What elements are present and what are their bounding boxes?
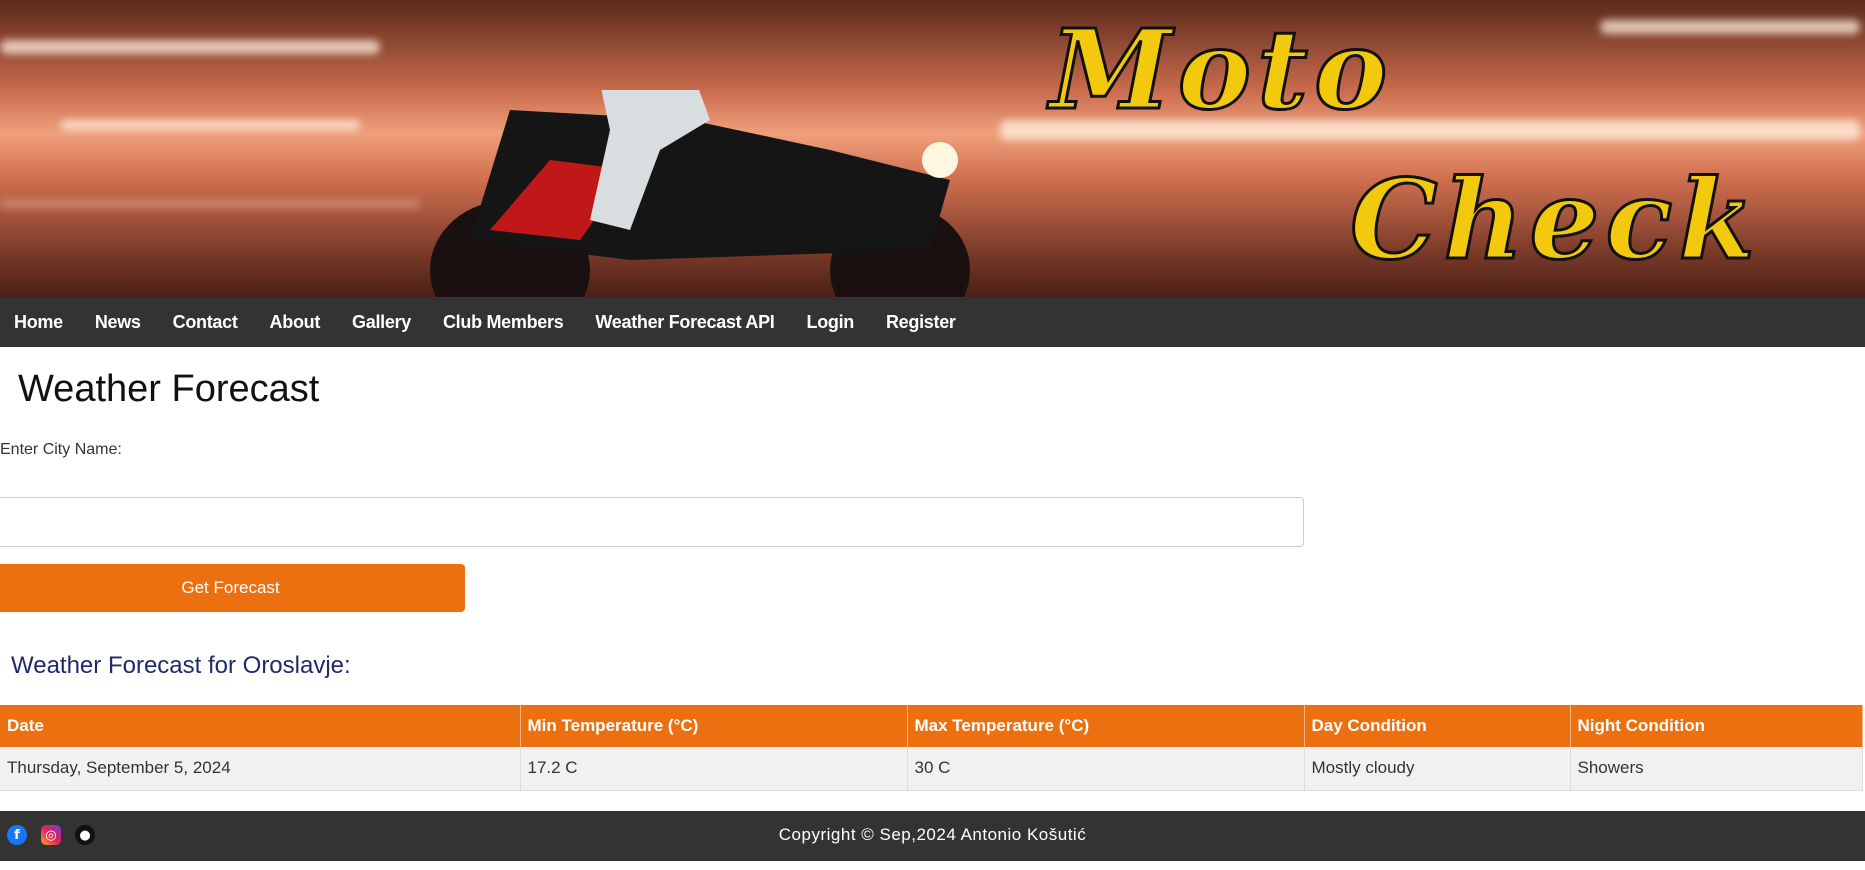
main-nav: Home News Contact About Gallery Club Mem… (0, 297, 1865, 347)
nav-weather-forecast-api[interactable]: Weather Forecast API (595, 312, 774, 333)
header-night-condition: Night Condition (1570, 705, 1863, 747)
cell-date: Thursday, September 5, 2024 (0, 747, 521, 791)
header-max-temp: Max Temperature (°C) (907, 705, 1305, 747)
table-row: Thursday, September 5, 2024 17.2 C 30 C … (0, 747, 1863, 791)
header-min-temp: Min Temperature (°C) (520, 705, 908, 747)
nav-about[interactable]: About (270, 312, 321, 333)
header-day-condition: Day Condition (1304, 705, 1571, 747)
nav-club-members[interactable]: Club Members (443, 312, 564, 333)
get-forecast-button[interactable]: Get Forecast (0, 564, 465, 612)
nav-login[interactable]: Login (807, 312, 855, 333)
motorcycle-image (430, 90, 970, 297)
nav-contact[interactable]: Contact (173, 312, 238, 333)
logo-moto: Moto (1048, 4, 1394, 136)
table-header-row: Date Min Temperature (°C) Max Temperatur… (0, 705, 1863, 747)
forecast-table: Date Min Temperature (°C) Max Temperatur… (0, 705, 1863, 791)
city-label: Enter City Name: (0, 441, 122, 458)
footer: f ◎ ● Copyright © Sep,2024 Antonio Košut… (0, 811, 1865, 861)
nav-news[interactable]: News (95, 312, 141, 333)
logo-check: Check (1349, 154, 1761, 286)
copyright-text: Copyright © Sep,2024 Antonio Košutić (778, 825, 1087, 844)
result-heading: Weather Forecast for Oroslavje: (11, 652, 351, 679)
cell-min-temp: 17.2 C (520, 747, 908, 791)
nav-register[interactable]: Register (886, 312, 956, 333)
header-date: Date (0, 705, 521, 747)
page-title: Weather Forecast (18, 368, 320, 410)
cell-max-temp: 30 C (907, 747, 1305, 791)
city-input[interactable] (0, 497, 1304, 547)
header-banner: Moto Check (0, 0, 1865, 297)
cell-day-condition: Mostly cloudy (1304, 747, 1571, 791)
nav-home[interactable]: Home (14, 312, 63, 333)
nav-gallery[interactable]: Gallery (352, 312, 411, 333)
cell-night-condition: Showers (1570, 747, 1863, 791)
